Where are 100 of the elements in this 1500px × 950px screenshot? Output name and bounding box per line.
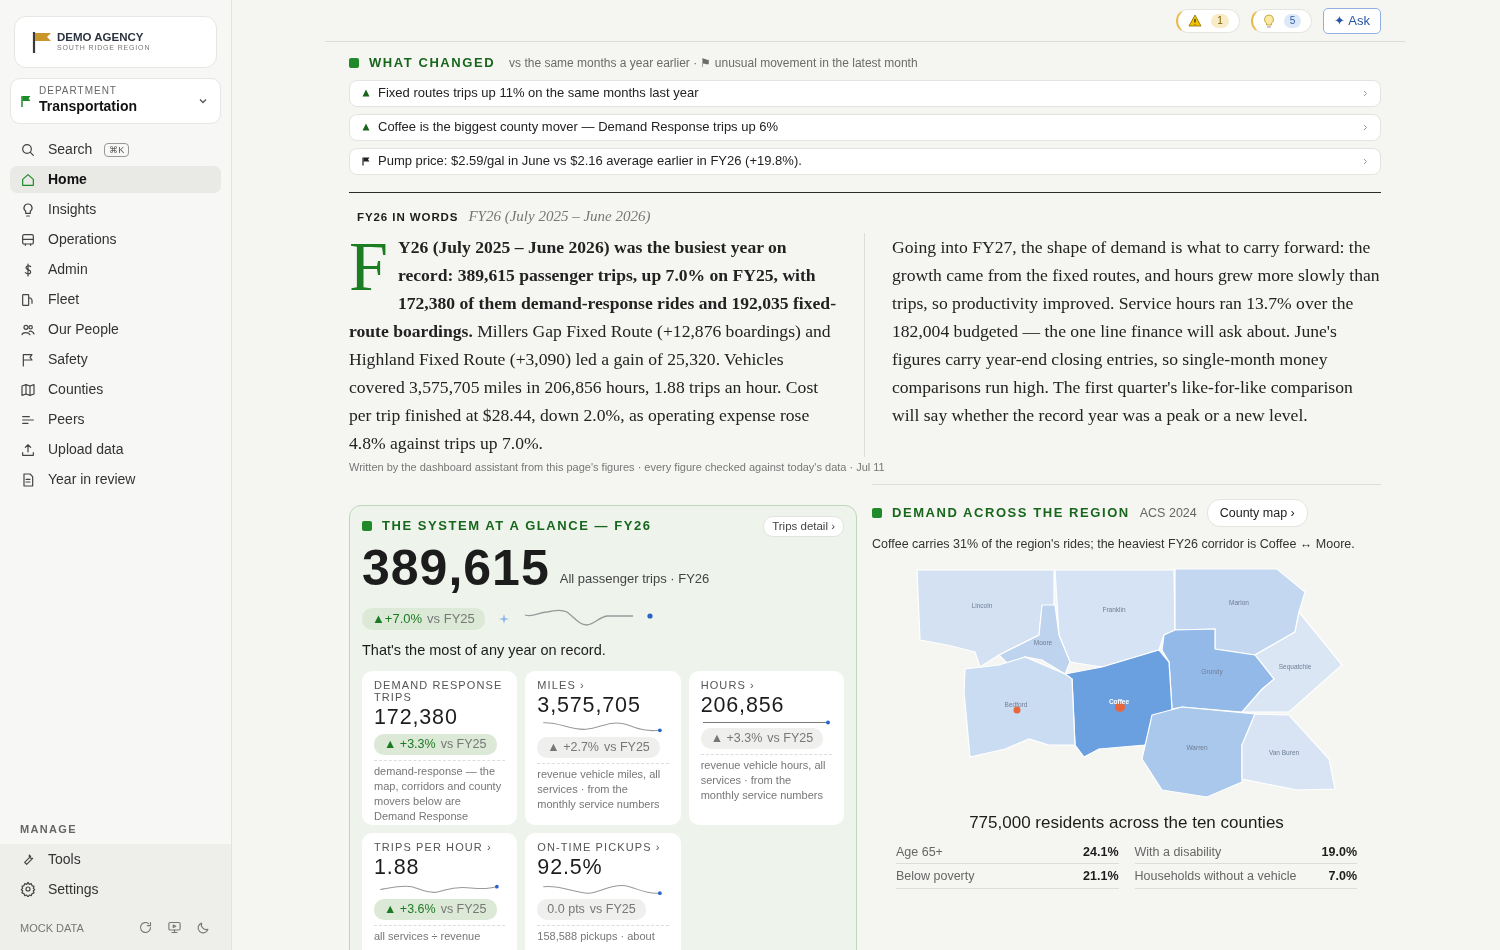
change-badge: ▲ +2.7% vs FY25 (537, 737, 660, 759)
change-item[interactable]: Pump price: $2.59/gal in June vs $2.16 average earlier in FY26 (+19.8%). (349, 147, 1381, 175)
change-item[interactable]: Coffee is the biggest county mover — Demand Response trips up 6% (349, 113, 1381, 141)
section-title: WHAT CHANGED (369, 54, 496, 72)
metric-note: demand-response — the map, corridors and county movers below are Demand Response (374, 764, 503, 825)
lightbulb-icon (20, 201, 36, 218)
nav-item[interactable]: Fleet (10, 286, 221, 313)
up-triangle-icon (362, 123, 370, 131)
section-title: FY26 IN WORDS (357, 209, 459, 225)
stat-label: Below poverty (896, 868, 975, 886)
stat-value: 24.1% (1083, 843, 1119, 861)
metric-value: 3,575,705 (537, 692, 641, 719)
nav-item[interactable]: Our People (10, 316, 221, 343)
change-badge: ▲+7.0% vs FY25 (362, 608, 485, 630)
total-trips-caption: All passenger trips · FY26 (559, 570, 710, 589)
county-map-button[interactable]: County map › (1206, 498, 1308, 528)
chevron-right-icon (1363, 157, 1368, 165)
county-shape[interactable] (1053, 569, 1176, 668)
metric-note: all services ÷ revenue (374, 929, 481, 945)
flag-logo-icon (31, 30, 53, 54)
monitor-icon[interactable] (167, 920, 182, 936)
period-label: FY26 (July 2025 – June 2026) (468, 206, 651, 226)
lightbulb-icon (1262, 13, 1275, 28)
nav-item[interactable]: Home (10, 166, 221, 193)
metric-label: HOURS › (700, 678, 755, 691)
warning-icon (1188, 14, 1203, 27)
change-item[interactable]: Fixed routes trips up 11% on the same months last year (349, 79, 1381, 107)
nav-item[interactable]: Operations (10, 226, 221, 253)
metric-value: 206,856 (700, 692, 785, 719)
county-shape[interactable] (1063, 649, 1173, 758)
ideas-button[interactable]: 5 (1250, 8, 1313, 33)
total-trips-value: 389,615 (362, 542, 550, 593)
county-shape[interactable] (1240, 713, 1336, 791)
flag-icon (21, 95, 31, 107)
source-label: ACS 2024 (1139, 504, 1197, 522)
up-triangle-icon (362, 89, 370, 97)
county-shape[interactable] (1160, 628, 1275, 713)
nav-item[interactable]: Upload data (10, 436, 221, 463)
metric-label: DEMAND RESPONSE TRIPS (374, 678, 504, 703)
stat-value: 19.0% (1321, 843, 1357, 861)
stat-value: 7.0% (1328, 868, 1357, 886)
metric-note: 158,588 pickups · about (537, 929, 655, 945)
county-shape[interactable] (997, 604, 1071, 675)
summary-sentence: Coffee carries 31% of the region's rides; the heaviest FY26 corridor is Coffee ↔ Moore. (872, 536, 1356, 554)
agency-name: DEMO AGENCY (57, 32, 145, 44)
county-shape[interactable] (1140, 706, 1256, 798)
refresh-icon[interactable] (138, 920, 153, 936)
chevron-right-icon (1363, 89, 1368, 97)
metric-label: MILES › (537, 678, 585, 691)
search-item[interactable]: Search ⌘K (10, 136, 221, 163)
sparkle-icon (498, 613, 509, 624)
section-marker (872, 507, 882, 518)
warning-alert-button[interactable]: 1 (1176, 8, 1240, 33)
section-heading: MANAGE (19, 822, 78, 837)
home-icon (20, 171, 36, 188)
shortcut-key: ⌘K (104, 142, 130, 157)
metric-label: TRIPS PER HOUR › (374, 840, 492, 853)
nav-item[interactable]: Tools (10, 845, 221, 873)
change-badge: 0.0 pts vs FY25 (537, 899, 646, 921)
chevron-right-icon (1363, 123, 1368, 131)
upload-icon (20, 441, 36, 458)
bus-icon (20, 231, 36, 248)
data-source-label: MOCK DATA (20, 920, 84, 936)
ask-button[interactable]: ✦ Ask (1323, 7, 1381, 34)
county-shape[interactable] (915, 569, 1055, 668)
county-shape[interactable] (962, 656, 1076, 758)
metric-label: ON-TIME PICKUPS › (537, 840, 661, 853)
change-badge: ▲ +3.3% vs FY25 (374, 734, 497, 756)
nav-item[interactable]: Peers (10, 406, 221, 433)
section-title: THE SYSTEM AT A GLANCE — FY26 (382, 517, 652, 536)
nav-item[interactable]: Settings (10, 875, 221, 903)
search-icon (20, 141, 36, 158)
section-marker (349, 57, 359, 68)
summary-sentence: That's the most of any year on record. (362, 640, 607, 660)
nav-item[interactable]: Year in review (10, 466, 221, 493)
document-icon (20, 471, 36, 488)
nav-item[interactable]: Counties (10, 376, 221, 403)
map-icon (20, 381, 36, 398)
metric-value: 92.5% (537, 854, 603, 881)
metric-note: revenue vehicle miles, all services · from the monthly service numbers (537, 767, 662, 813)
stat-label: Age 65+ (896, 843, 943, 861)
metric-note: revenue vehicle hours, all services · from the monthly service numbers (700, 758, 827, 804)
county-shape[interactable] (1173, 568, 1306, 656)
nav-item[interactable]: Safety (10, 346, 221, 373)
nav-item[interactable]: Insights (10, 196, 221, 223)
section-title: DEMAND ACROSS THE REGION (892, 504, 1130, 523)
metric-value: 1.88 (374, 854, 420, 881)
trips-detail-link[interactable]: Trips detail › (763, 515, 844, 537)
moon-icon[interactable] (196, 920, 211, 936)
flag-icon (362, 156, 370, 166)
fuel-pump-icon (20, 291, 36, 308)
stat-value: 21.1% (1083, 868, 1119, 886)
department-selector[interactable]: DEPARTMENT Transportation (10, 78, 221, 124)
flag-icon (20, 351, 36, 368)
summary-paragraph: Going into FY27, the shape of demand is what to carry forward: the growth came from the fixed routes, and hours grew more slowly than trips, so productivity improved. Service hours ran 13.7% over the 182,004 budgeted — the one line finance will ask about. June's figures carry year-end closing entries, so single-month money comparisons run high. The first quarter's like-for-like comparison will say whether the record year was a peak or a new level. (892, 236, 1381, 427)
county-shape[interactable] (1240, 610, 1343, 713)
change-badge: ▲ +3.3% vs FY25 (700, 728, 824, 750)
nav-item[interactable]: Admin (10, 256, 221, 283)
change-badge: ▲ +3.6% vs FY25 (374, 899, 497, 921)
population-heading: 775,000 residents across the ten counties (968, 812, 1285, 834)
